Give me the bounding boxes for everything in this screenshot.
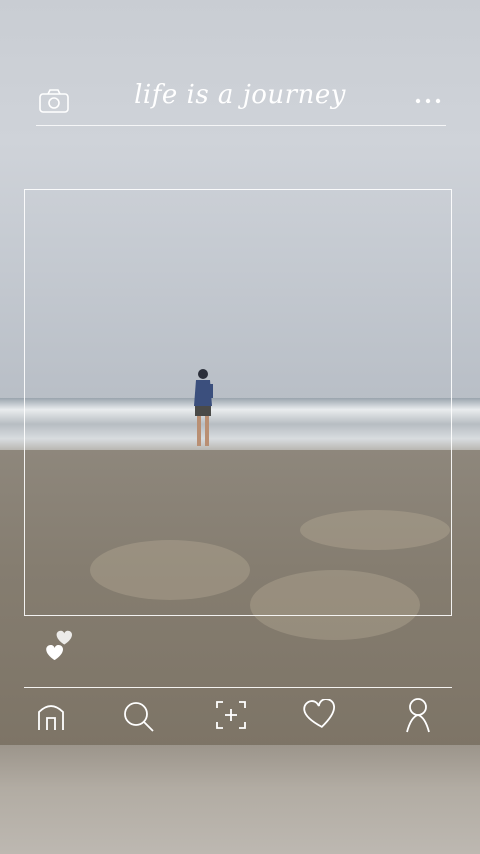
double-heart-icon[interactable] bbox=[42, 626, 76, 666]
page-title: life is a journey bbox=[134, 80, 346, 110]
home-icon[interactable] bbox=[35, 700, 67, 732]
more-dots-icon[interactable] bbox=[414, 96, 442, 106]
blurred-foreground bbox=[0, 745, 480, 854]
photo-frame bbox=[24, 189, 452, 616]
header-divider bbox=[36, 125, 446, 126]
search-icon[interactable] bbox=[122, 700, 156, 734]
nav-divider bbox=[24, 687, 452, 688]
heart-icon[interactable] bbox=[303, 699, 337, 731]
camera-icon[interactable] bbox=[38, 88, 70, 114]
profile-icon[interactable] bbox=[403, 697, 433, 733]
add-post-icon[interactable] bbox=[215, 700, 247, 730]
